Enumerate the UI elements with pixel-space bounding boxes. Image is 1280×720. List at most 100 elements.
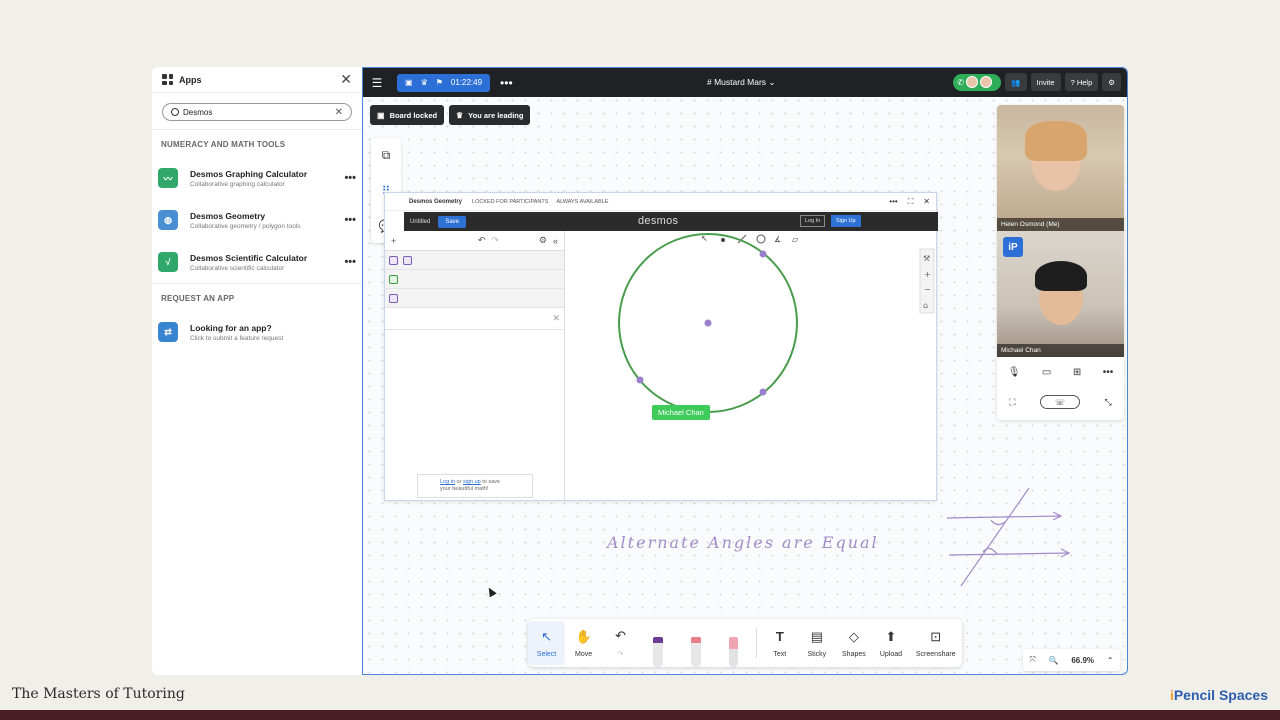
- clear-search-icon[interactable]: ✕: [335, 107, 343, 118]
- participants-button[interactable]: 👥: [1005, 73, 1027, 91]
- screenshare-tool[interactable]: ⊡ Screenshare: [909, 629, 962, 658]
- transform-tool-icon: ▱: [792, 235, 799, 244]
- expression-row[interactable]: [385, 289, 564, 308]
- zoom-icon[interactable]: 🔍: [1049, 656, 1059, 665]
- session-group[interactable]: ▣ ♛ ⚑ 01:22:49: [397, 73, 491, 92]
- circle-point: [636, 376, 644, 384]
- camera-icon[interactable]: ▭: [1042, 367, 1051, 378]
- zoom-level[interactable]: 66.9%: [1071, 656, 1094, 665]
- shapes-tool[interactable]: ◇ Shapes: [835, 629, 872, 658]
- whiteboard[interactable]: ☰ ▣ ♛ ⚑ 01:22:49 ••• # Mustard Mars ⌄ ✆ …: [362, 67, 1128, 675]
- upload-tool[interactable]: ⬆ Upload: [872, 629, 909, 658]
- space-name-text: Mustard Mars: [714, 77, 767, 87]
- mic-icon[interactable]: 🎙: [1008, 367, 1021, 378]
- search-value[interactable]: Desmos: [183, 108, 335, 117]
- app-item-desmos-geometry[interactable]: ◍ Desmos Geometry Collaborative geometry…: [152, 199, 362, 241]
- select-tool-icon: ↖: [701, 234, 708, 243]
- fullscreen-icon[interactable]: ⛶: [908, 197, 914, 207]
- more-icon[interactable]: •••: [344, 172, 356, 184]
- desmos-window-header: Desmos Geometry LOCKED FOR PARTICIPANTS …: [385, 193, 936, 211]
- toolbar-divider: [756, 628, 758, 658]
- canvas-side-controls: ⚒ + − ⌂: [919, 248, 935, 314]
- text-tool[interactable]: T Text: [761, 629, 798, 658]
- close-icon[interactable]: ✕: [923, 197, 930, 207]
- graph-title[interactable]: Untitled: [410, 219, 430, 225]
- board-icon[interactable]: ▣: [405, 78, 413, 87]
- promo-login-link[interactable]: Log in: [440, 479, 455, 485]
- app-item-desmos-graphing[interactable]: 〰 Desmos Graphing Calculator Collaborati…: [152, 157, 362, 199]
- crown-icon: ♛: [456, 110, 464, 120]
- undo-icon[interactable]: ↶: [478, 235, 486, 246]
- collapse-icon[interactable]: ⤡: [1105, 397, 1112, 408]
- redo-icon[interactable]: ↷: [618, 650, 624, 658]
- expression-row[interactable]: [385, 270, 564, 289]
- menu-icon[interactable]: ☰: [363, 76, 391, 90]
- hang-up-button[interactable]: ☏: [1040, 395, 1081, 409]
- phone-icon: ✆: [957, 77, 964, 87]
- screenshare-icon: ⊡: [930, 628, 942, 644]
- close-icon[interactable]: ✕: [340, 71, 352, 88]
- lock-board-icon: ▣: [377, 110, 385, 120]
- search-icon: [171, 108, 179, 116]
- text-icon: T: [775, 628, 784, 644]
- share-screen-icon[interactable]: ⊞: [1073, 367, 1081, 378]
- app-item-desmos-scientific[interactable]: √ Desmos Scientific Calculator Collabora…: [152, 241, 362, 283]
- point-icon: [389, 293, 398, 303]
- zoom-in-icon: +: [924, 270, 931, 279]
- expression-list[interactable]: + ↶ ↷ ⚙ « ✕ Log in or sign up to save yo…: [385, 231, 565, 501]
- save-button[interactable]: Save: [438, 215, 467, 228]
- move-tool[interactable]: ✋ Move: [565, 629, 602, 658]
- handwritten-note[interactable]: Alternate Angles are Equal: [607, 533, 879, 552]
- fit-icon[interactable]: ⤧: [1029, 655, 1035, 665]
- search-input[interactable]: Desmos ✕: [162, 103, 352, 121]
- call-pill[interactable]: ✆: [953, 73, 1002, 91]
- desmos-app-title: Desmos Geometry: [409, 198, 463, 205]
- desmos-geometry-window[interactable]: Desmos Geometry LOCKED FOR PARTICIPANTS …: [384, 192, 938, 501]
- collapse-icon[interactable]: «: [553, 236, 558, 246]
- circle-tool-icon: [756, 234, 766, 244]
- invite-button[interactable]: Invite: [1030, 73, 1061, 91]
- geometry-canvas[interactable]: ↖ ∡ ▱ ⚒ + − ⌂: [566, 231, 938, 501]
- add-icon[interactable]: +: [391, 236, 396, 246]
- highlighter-tool[interactable]: [690, 637, 701, 667]
- expression-row[interactable]: [385, 251, 564, 270]
- point-tool-icon: [721, 238, 725, 242]
- pen-tool[interactable]: [653, 637, 663, 667]
- login-button[interactable]: Log In: [800, 215, 826, 227]
- available-meta: ALWAYS AVAILABLE: [556, 198, 609, 205]
- chevron-up-icon[interactable]: ⌃: [1107, 656, 1114, 665]
- help-button[interactable]: ? Help: [1064, 73, 1099, 91]
- more-icon[interactable]: •••: [889, 197, 897, 207]
- crown-icon[interactable]: ♛: [421, 78, 428, 87]
- settings-icon[interactable]: ⚙: [1102, 73, 1121, 91]
- geometry-drawing[interactable]: ↖ ∡ ▱ ⚒ + − ⌂: [566, 231, 938, 501]
- participant-hair: [1035, 261, 1087, 291]
- request-icon: ⇄: [158, 322, 178, 342]
- board-locked-chip[interactable]: ▣ Board locked: [370, 105, 445, 125]
- more-icon[interactable]: •••: [344, 256, 356, 268]
- parallel-lines-sketch[interactable]: [941, 482, 1073, 592]
- zoom-control: ⤧ 🔍 66.9% ⌃: [1023, 649, 1120, 671]
- more-icon[interactable]: •••: [344, 214, 356, 226]
- promo-signup-link[interactable]: sign up: [463, 479, 481, 485]
- eraser-tool[interactable]: [728, 637, 739, 667]
- more-icon[interactable]: •••: [1103, 367, 1114, 378]
- empty-expression-row[interactable]: ✕: [385, 308, 564, 330]
- section-heading-math: NUMERACY AND MATH TOOLS: [152, 129, 362, 157]
- sticky-tool[interactable]: ▤ Sticky: [798, 629, 835, 658]
- request-app-item[interactable]: ⇄ Looking for an app? Click to submit a …: [152, 311, 362, 353]
- more-icon[interactable]: •••: [500, 76, 513, 90]
- undo-tool[interactable]: ↶ ↷: [602, 628, 639, 658]
- pages-icon[interactable]: ⧉: [371, 138, 401, 173]
- signup-button[interactable]: Sign Up: [831, 215, 861, 227]
- angle-tool-icon: ∡: [774, 235, 781, 244]
- gear-icon[interactable]: ⚙: [539, 235, 547, 246]
- fullscreen-icon[interactable]: ⛶: [1009, 397, 1015, 408]
- leading-chip[interactable]: ♛ You are leading: [449, 105, 531, 125]
- redo-icon[interactable]: ↷: [491, 235, 499, 246]
- close-icon[interactable]: ✕: [552, 313, 560, 324]
- bottom-strip: [0, 710, 1280, 720]
- select-tool[interactable]: ↖ Select: [528, 621, 566, 665]
- space-name[interactable]: # Mustard Mars ⌄: [707, 77, 776, 88]
- upload-icon: ⬆: [885, 628, 897, 644]
